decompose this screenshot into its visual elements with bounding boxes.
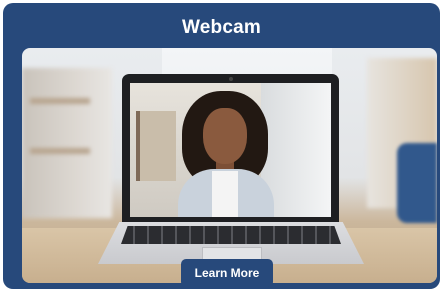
laptop-keyboard [121, 226, 341, 244]
card-title: Webcam [182, 17, 261, 38]
background-shelf [22, 68, 112, 218]
webcam-lens-icon [229, 77, 233, 81]
laptop-video-call-photo [22, 48, 437, 283]
webcam-card: Webcam Learn More [3, 3, 440, 289]
laptop-screen [130, 83, 331, 217]
laptop-lid [122, 74, 339, 224]
person-shirt [212, 171, 238, 217]
learn-more-button[interactable]: Learn More [181, 259, 273, 287]
person-face [203, 108, 247, 164]
screen-background-shelf [136, 111, 176, 181]
background-chair [397, 143, 437, 223]
